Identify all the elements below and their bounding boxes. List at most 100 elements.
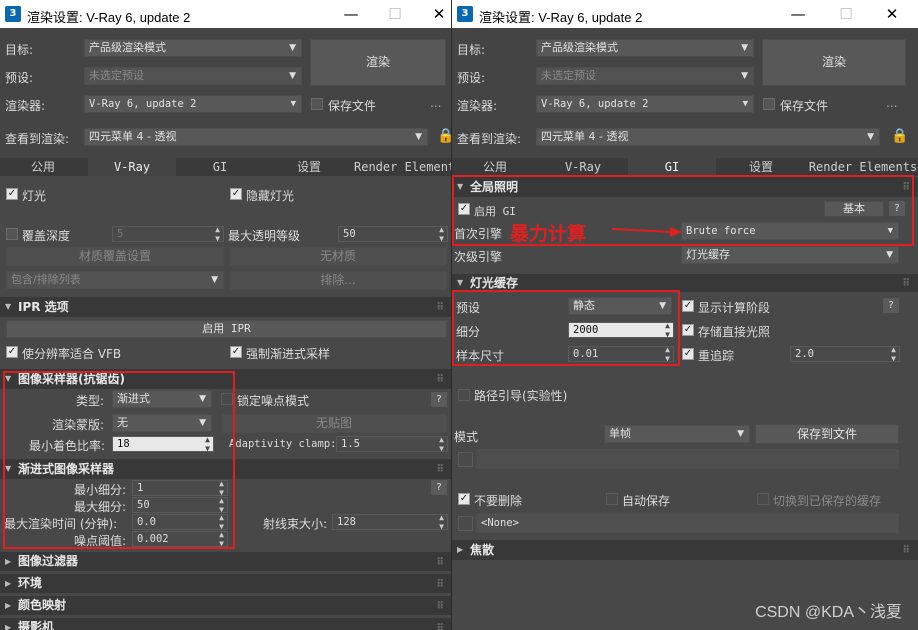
close-button[interactable]: ✕ (428, 3, 450, 25)
view-value: 四元菜单 4 - 透视 (541, 130, 629, 143)
lights-checkbox[interactable]: ✓ (6, 188, 18, 200)
tab-render-elements[interactable]: Render Element (354, 158, 451, 176)
lock-icon[interactable]: 🔒 (437, 128, 451, 144)
material-override-button[interactable]: 材质覆盖设置 (6, 247, 224, 266)
save-file-checkbox[interactable] (763, 98, 775, 110)
tab-vray[interactable]: V-Ray (540, 158, 626, 176)
environment-rollout-header[interactable]: ▶ 环境 ⠿ (0, 574, 451, 593)
auto-save-checkbox[interactable] (606, 493, 618, 505)
window-title: 渲染设置: V-Ray 6, update 2 (479, 10, 643, 25)
retrace-checkbox[interactable]: ✓ (682, 348, 694, 360)
grip-icon: ⠿ (902, 545, 910, 556)
browse-button[interactable]: ... (886, 96, 897, 110)
image-filter-title: 图像过滤器 (18, 554, 79, 568)
help-button[interactable]: ? (431, 392, 447, 407)
minimize-button[interactable]: — (787, 3, 809, 25)
spinner-arrows-icon[interactable]: ▲ ▼ (439, 437, 444, 451)
render-button[interactable]: 渲染 (310, 39, 446, 86)
tab-vray[interactable]: V-Ray (88, 158, 176, 176)
renderer-label: 渲染器: (457, 99, 498, 113)
tab-gi[interactable]: GI (628, 158, 716, 176)
exclude-button[interactable]: 排除... (229, 271, 447, 290)
spinner-arrows-icon[interactable]: ▲ ▼ (439, 515, 444, 529)
force-progressive-checkbox[interactable]: ✓ (230, 346, 242, 358)
expand-triangle-icon: ▶ (5, 557, 12, 566)
close-button[interactable]: ✕ (881, 3, 903, 25)
secondary-engine-dropdown[interactable]: 灯光缓存 ▼ (681, 246, 899, 264)
bundle-size-spinner[interactable]: 128 ▲ ▼ (332, 514, 448, 530)
minimize-button[interactable]: — (340, 3, 362, 25)
tab-bar: 公用 V-Ray GI 设置 Render Element (0, 158, 451, 176)
chevron-down-icon: ▼ (415, 132, 422, 142)
hidden-lights-checkbox[interactable]: ✓ (230, 188, 242, 200)
browse-button[interactable]: ... (430, 96, 441, 110)
help-button[interactable]: ? (883, 298, 899, 313)
view-dropdown[interactable]: 四元菜单 4 - 透视 ▼ (84, 128, 428, 146)
environment-title: 环境 (18, 576, 43, 590)
show-calc-checkbox[interactable]: ✓ (682, 300, 694, 312)
target-dropdown[interactable]: 产品级渲染模式 ▼ (84, 39, 302, 57)
grip-icon: ⠿ (436, 464, 444, 475)
tab-gi[interactable]: GI (176, 158, 264, 176)
max-transp-value: 50 (343, 228, 356, 240)
target-dropdown[interactable]: 产品级渲染模式 ▼ (536, 39, 754, 57)
lock-noise-label: 锁定噪点模式 (237, 394, 310, 408)
image-filter-rollout-header[interactable]: ▶ 图像过滤器 ⠿ (0, 552, 451, 571)
renderer-dropdown[interactable]: V-Ray 6, update 2 ▼ (536, 95, 754, 113)
max-transp-spinner[interactable]: 50 ▲ ▼ (338, 226, 448, 242)
store-direct-checkbox[interactable]: ✓ (682, 324, 694, 336)
tab-settings[interactable]: 设置 (716, 158, 806, 176)
spinner-arrows-icon[interactable]: ▲ ▼ (891, 347, 896, 361)
switch-saved-checkbox[interactable] (757, 493, 769, 505)
view-dropdown[interactable]: 四元菜单 4 - 透视 ▼ (536, 128, 880, 146)
tab-settings[interactable]: 设置 (264, 158, 354, 176)
maximize-button[interactable]: ☐ (835, 3, 857, 25)
cache-file-field[interactable]: <None> (476, 513, 899, 533)
maximize-button[interactable]: ☐ (384, 3, 406, 25)
path-guiding-checkbox[interactable] (458, 389, 470, 401)
help-button[interactable]: ? (431, 480, 447, 495)
save-file-checkbox[interactable] (311, 98, 323, 110)
retrace-spinner[interactable]: 2.0 ▲ ▼ (790, 346, 900, 362)
tab-common[interactable]: 公用 (0, 158, 86, 176)
renderer-dropdown[interactable]: V-Ray 6, update 2 ▼ (84, 95, 302, 113)
lock-icon[interactable]: 🔒 (891, 128, 908, 144)
color-mapping-rollout-header[interactable]: ▶ 颜色映射 ⠿ (0, 596, 451, 615)
no-map-button[interactable]: 无贴图 (221, 414, 447, 433)
fit-vfb-checkbox[interactable]: ✓ (6, 346, 18, 358)
save-to-file-button[interactable]: 保存到文件 (755, 424, 899, 444)
chevron-down-icon: ▼ (742, 99, 748, 109)
cache-file-checkbox[interactable] (458, 516, 473, 531)
force-progressive-label: 强制渐进式采样 (246, 347, 331, 361)
dont-delete-checkbox[interactable]: ✓ (458, 493, 470, 505)
fit-vfb-label: 使分辨率适合 VFB (22, 347, 122, 361)
adaptivity-spinner[interactable]: 1.5 ▲ ▼ (336, 436, 448, 452)
tab-render-elements[interactable]: Render Elements (808, 158, 918, 176)
save-file-label: 保存文件 (780, 99, 829, 113)
no-material-button[interactable]: 无材质 (229, 247, 447, 266)
file-path-field[interactable] (476, 449, 899, 469)
preset-dropdown[interactable]: 未选定预设 ▼ (536, 67, 754, 85)
override-depth-spinner[interactable]: 5 ▲ ▼ (112, 226, 224, 242)
render-button[interactable]: 渲染 (762, 39, 906, 86)
grip-icon: ⠿ (436, 302, 444, 313)
lights-label: 灯光 (22, 189, 47, 203)
spinner-arrows-icon[interactable]: ▲ ▼ (215, 227, 220, 241)
preset-dropdown[interactable]: 未选定预设 ▼ (84, 67, 302, 85)
save-file-label: 保存文件 (328, 99, 377, 113)
caustics-rollout-header[interactable]: ▶ 焦散 ⠿ (452, 540, 918, 560)
grip-icon: ⠿ (436, 374, 444, 385)
expand-triangle-icon: ▶ (457, 545, 464, 554)
camera-rollout-header[interactable]: ▶ 摄影机 ⠿ (0, 618, 451, 630)
mode-dropdown[interactable]: 单帧 ▼ (604, 425, 750, 443)
chevron-down-icon: ▼ (886, 250, 893, 260)
file-path-checkbox[interactable] (458, 452, 473, 467)
spinner-arrows-icon[interactable]: ▲ ▼ (439, 227, 444, 241)
highlight-box-gi (452, 175, 914, 246)
tab-common[interactable]: 公用 (452, 158, 538, 176)
target-value: 产品级渲染模式 (541, 41, 618, 54)
ipr-rollout-header[interactable]: ▼ IPR 选项 ⠿ (0, 297, 451, 317)
include-exclude-dropdown[interactable]: 包含/排除列表 ▼ (6, 271, 224, 289)
override-depth-checkbox[interactable] (6, 228, 18, 240)
enable-ipr-button[interactable]: 启用 IPR (6, 320, 447, 338)
